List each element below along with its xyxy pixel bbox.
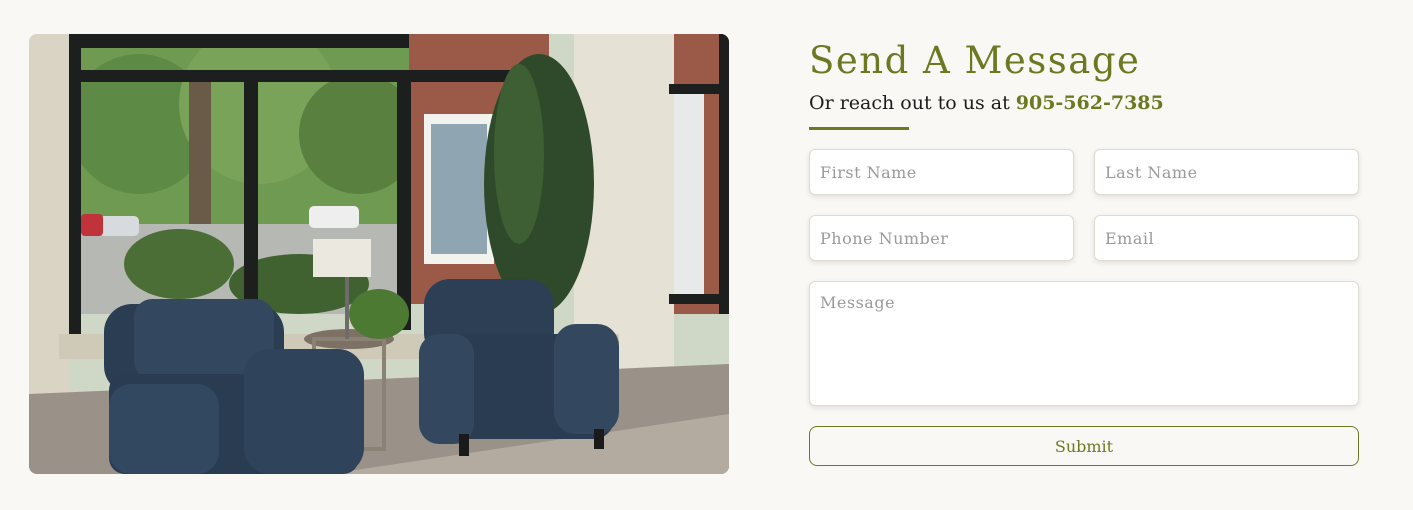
last-name-field[interactable] (1094, 149, 1359, 195)
phone-field[interactable] (809, 215, 1074, 261)
lounge-photo (29, 34, 729, 474)
phone-link[interactable]: 905-562-7385 (1016, 92, 1164, 114)
first-name-field[interactable] (809, 149, 1074, 195)
submit-button[interactable]: Submit (809, 426, 1359, 466)
subtitle-text: Or reach out to us at (809, 92, 1016, 114)
contact-row (809, 215, 1359, 261)
contact-form-section: Send A Message Or reach out to us at 905… (809, 34, 1359, 466)
name-row (809, 149, 1359, 195)
page-title: Send A Message (809, 39, 1141, 82)
email-field[interactable] (1094, 215, 1359, 261)
lounge-photo-illustration (29, 34, 729, 474)
message-field[interactable] (809, 281, 1359, 406)
title-underline (809, 127, 909, 130)
contact-subtitle: Or reach out to us at 905-562-7385 (809, 91, 1359, 115)
